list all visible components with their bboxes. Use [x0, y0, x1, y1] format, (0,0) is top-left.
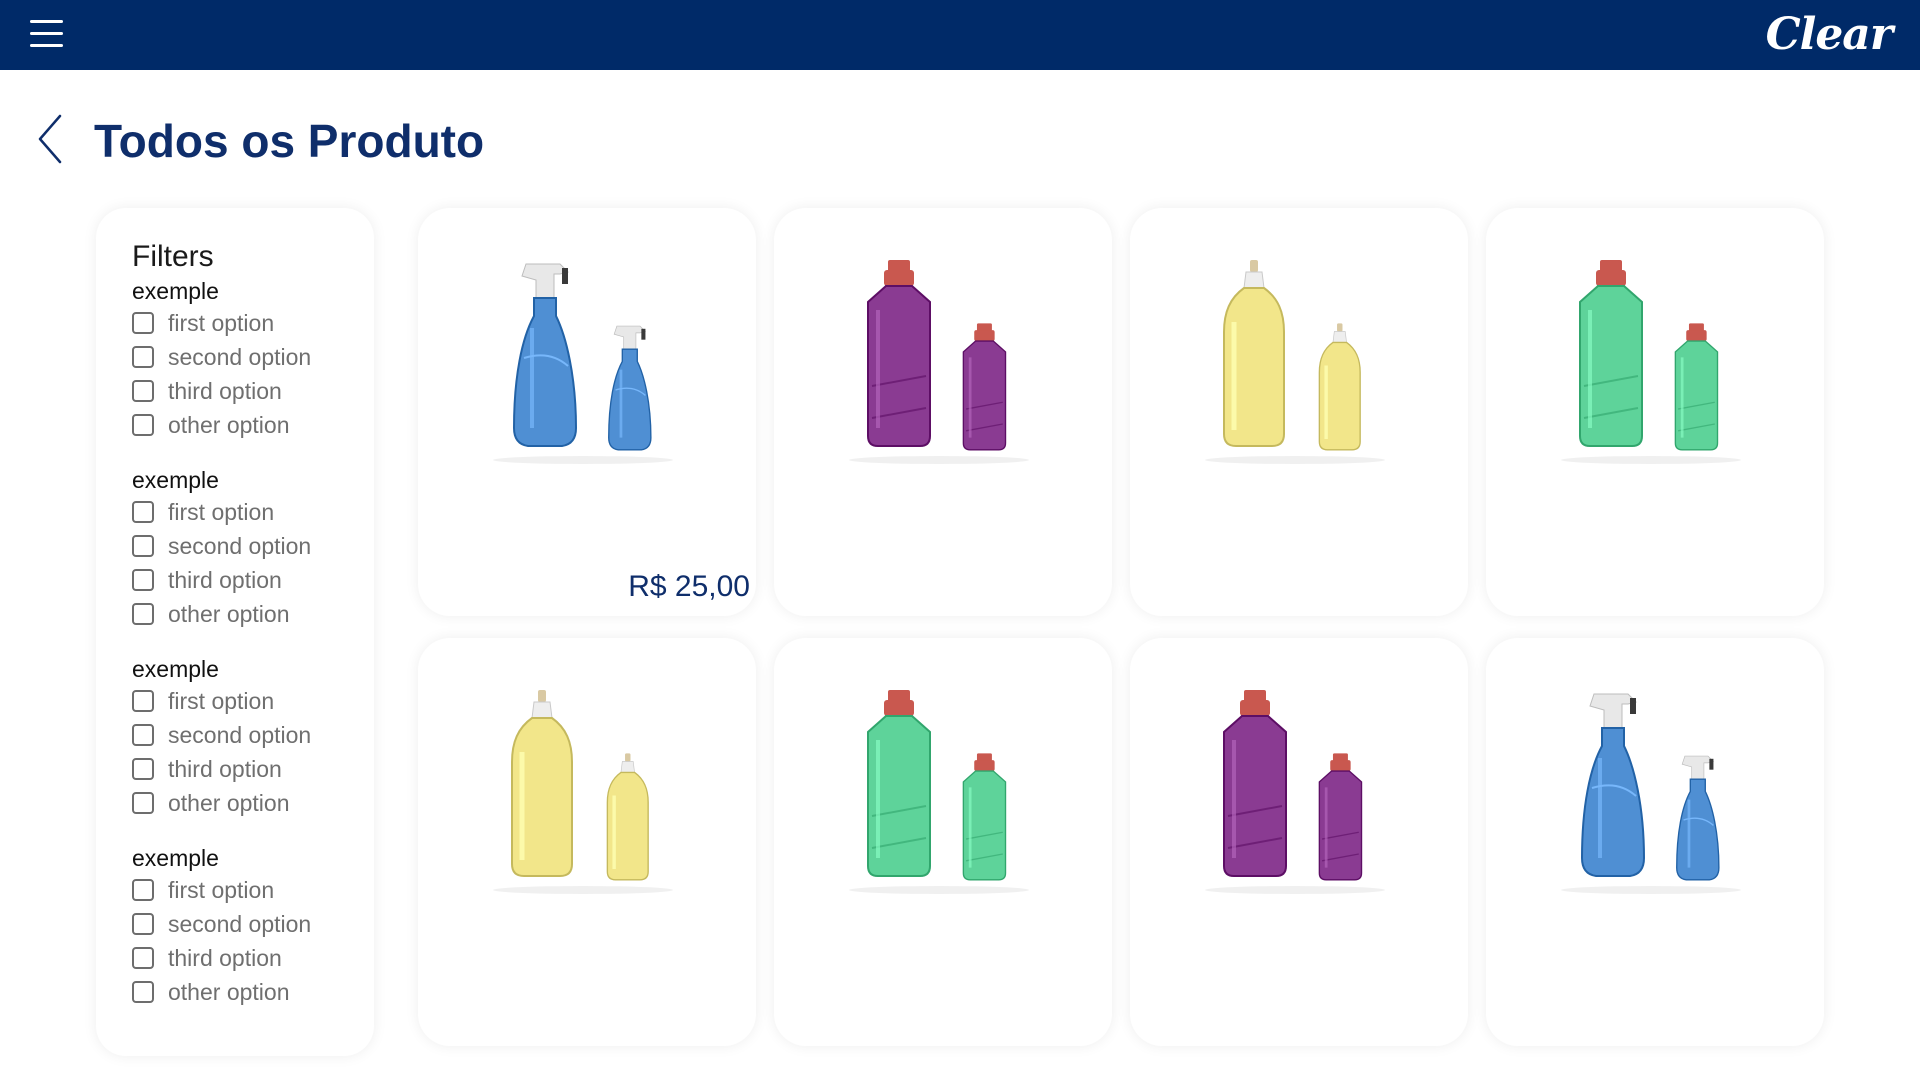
filter-group-label: exemple [132, 278, 219, 304]
filter-checkbox[interactable] [132, 879, 154, 901]
filter-option[interactable]: other option [132, 786, 374, 820]
filter-checkbox[interactable] [132, 758, 154, 780]
product-card[interactable] [774, 208, 1112, 616]
product-image [1561, 693, 1741, 894]
filter-checkbox[interactable] [132, 414, 154, 436]
filter-option-label: first option [168, 687, 275, 714]
filter-option-label: other option [168, 978, 290, 1005]
filter-option[interactable]: third option [132, 374, 374, 408]
product-image [1561, 260, 1741, 464]
filter-option[interactable]: other option [132, 408, 374, 442]
filter-groups: exemple first option second option third op… [132, 276, 374, 1009]
product-card[interactable] [1130, 638, 1468, 1046]
filter-option-label: second option [168, 532, 312, 559]
product-price: R$ 25,00 [628, 570, 750, 603]
product-card[interactable] [418, 638, 756, 1046]
filter-checkbox[interactable] [132, 380, 154, 402]
chevron-left-icon [38, 114, 62, 164]
filter-group: exemple first option second option third op… [132, 843, 374, 1009]
top-navigation-bar: Clear [0, 0, 1920, 70]
product-card[interactable] [1486, 208, 1824, 616]
filter-option-label: first option [168, 309, 275, 336]
product-card[interactable] [774, 638, 1112, 1046]
filter-checkbox[interactable] [132, 535, 154, 557]
filter-option-label: first option [168, 876, 275, 903]
product-card[interactable] [1486, 638, 1824, 1046]
filter-checkbox[interactable] [132, 913, 154, 935]
product-grid: R$ 25,00 [418, 208, 1826, 1048]
filter-checkbox[interactable] [132, 724, 154, 746]
filter-checkbox[interactable] [132, 312, 154, 334]
filter-group-label: exemple [132, 467, 219, 493]
filter-checkbox[interactable] [132, 981, 154, 1003]
filter-option-label: second option [168, 910, 312, 937]
product-image [849, 690, 1029, 894]
filter-option[interactable]: first option [132, 495, 374, 529]
filter-option-label: second option [168, 721, 312, 748]
filter-option[interactable]: first option [132, 684, 374, 718]
filter-group: exemple first option second option third op… [132, 654, 374, 820]
filter-option[interactable]: third option [132, 941, 374, 975]
filter-group: exemple first option second option third op… [132, 465, 374, 631]
page-title: Todos os Produto [94, 115, 485, 167]
filter-checkbox[interactable] [132, 792, 154, 814]
filter-option-label: first option [168, 498, 275, 525]
product-image [1205, 260, 1385, 464]
product-image [849, 260, 1029, 464]
filter-checkbox[interactable] [132, 346, 154, 368]
filter-option[interactable]: second option [132, 718, 374, 752]
filter-option-label: third option [168, 566, 282, 593]
filter-checkbox[interactable] [132, 569, 154, 591]
back-button[interactable] [34, 112, 74, 166]
filter-option[interactable]: third option [132, 752, 374, 786]
filters-title: Filters [132, 240, 214, 273]
filter-checkbox[interactable] [132, 603, 154, 625]
filter-option[interactable]: first option [132, 306, 374, 340]
filter-group: exemple first option second option third op… [132, 276, 374, 442]
filter-checkbox[interactable] [132, 501, 154, 523]
filter-option[interactable]: other option [132, 975, 374, 1009]
filter-option[interactable]: second option [132, 340, 374, 374]
filter-option-label: third option [168, 377, 282, 404]
filters-panel: Filters exemple first option second option… [96, 208, 374, 1056]
filter-option[interactable]: second option [132, 907, 374, 941]
filter-option[interactable]: other option [132, 597, 374, 631]
product-card[interactable]: R$ 25,00 [418, 208, 756, 616]
filter-option-label: third option [168, 755, 282, 782]
filter-group-label: exemple [132, 656, 219, 682]
filter-group-label: exemple [132, 845, 219, 871]
filter-checkbox[interactable] [132, 690, 154, 712]
filter-option[interactable]: third option [132, 563, 374, 597]
product-card[interactable] [1130, 208, 1468, 616]
product-image [1205, 690, 1385, 894]
filter-option-label: other option [168, 789, 290, 816]
filter-option[interactable]: second option [132, 529, 374, 563]
filter-option-label: other option [168, 411, 290, 438]
filter-option-label: other option [168, 600, 290, 627]
filter-option-label: second option [168, 343, 312, 370]
product-image [493, 690, 673, 894]
hamburger-menu-icon[interactable] [30, 18, 64, 52]
brand-logo[interactable]: Clear [1766, 6, 1893, 64]
filter-option-label: third option [168, 944, 282, 971]
filter-option[interactable]: first option [132, 873, 374, 907]
product-image [493, 263, 673, 464]
filter-checkbox[interactable] [132, 947, 154, 969]
